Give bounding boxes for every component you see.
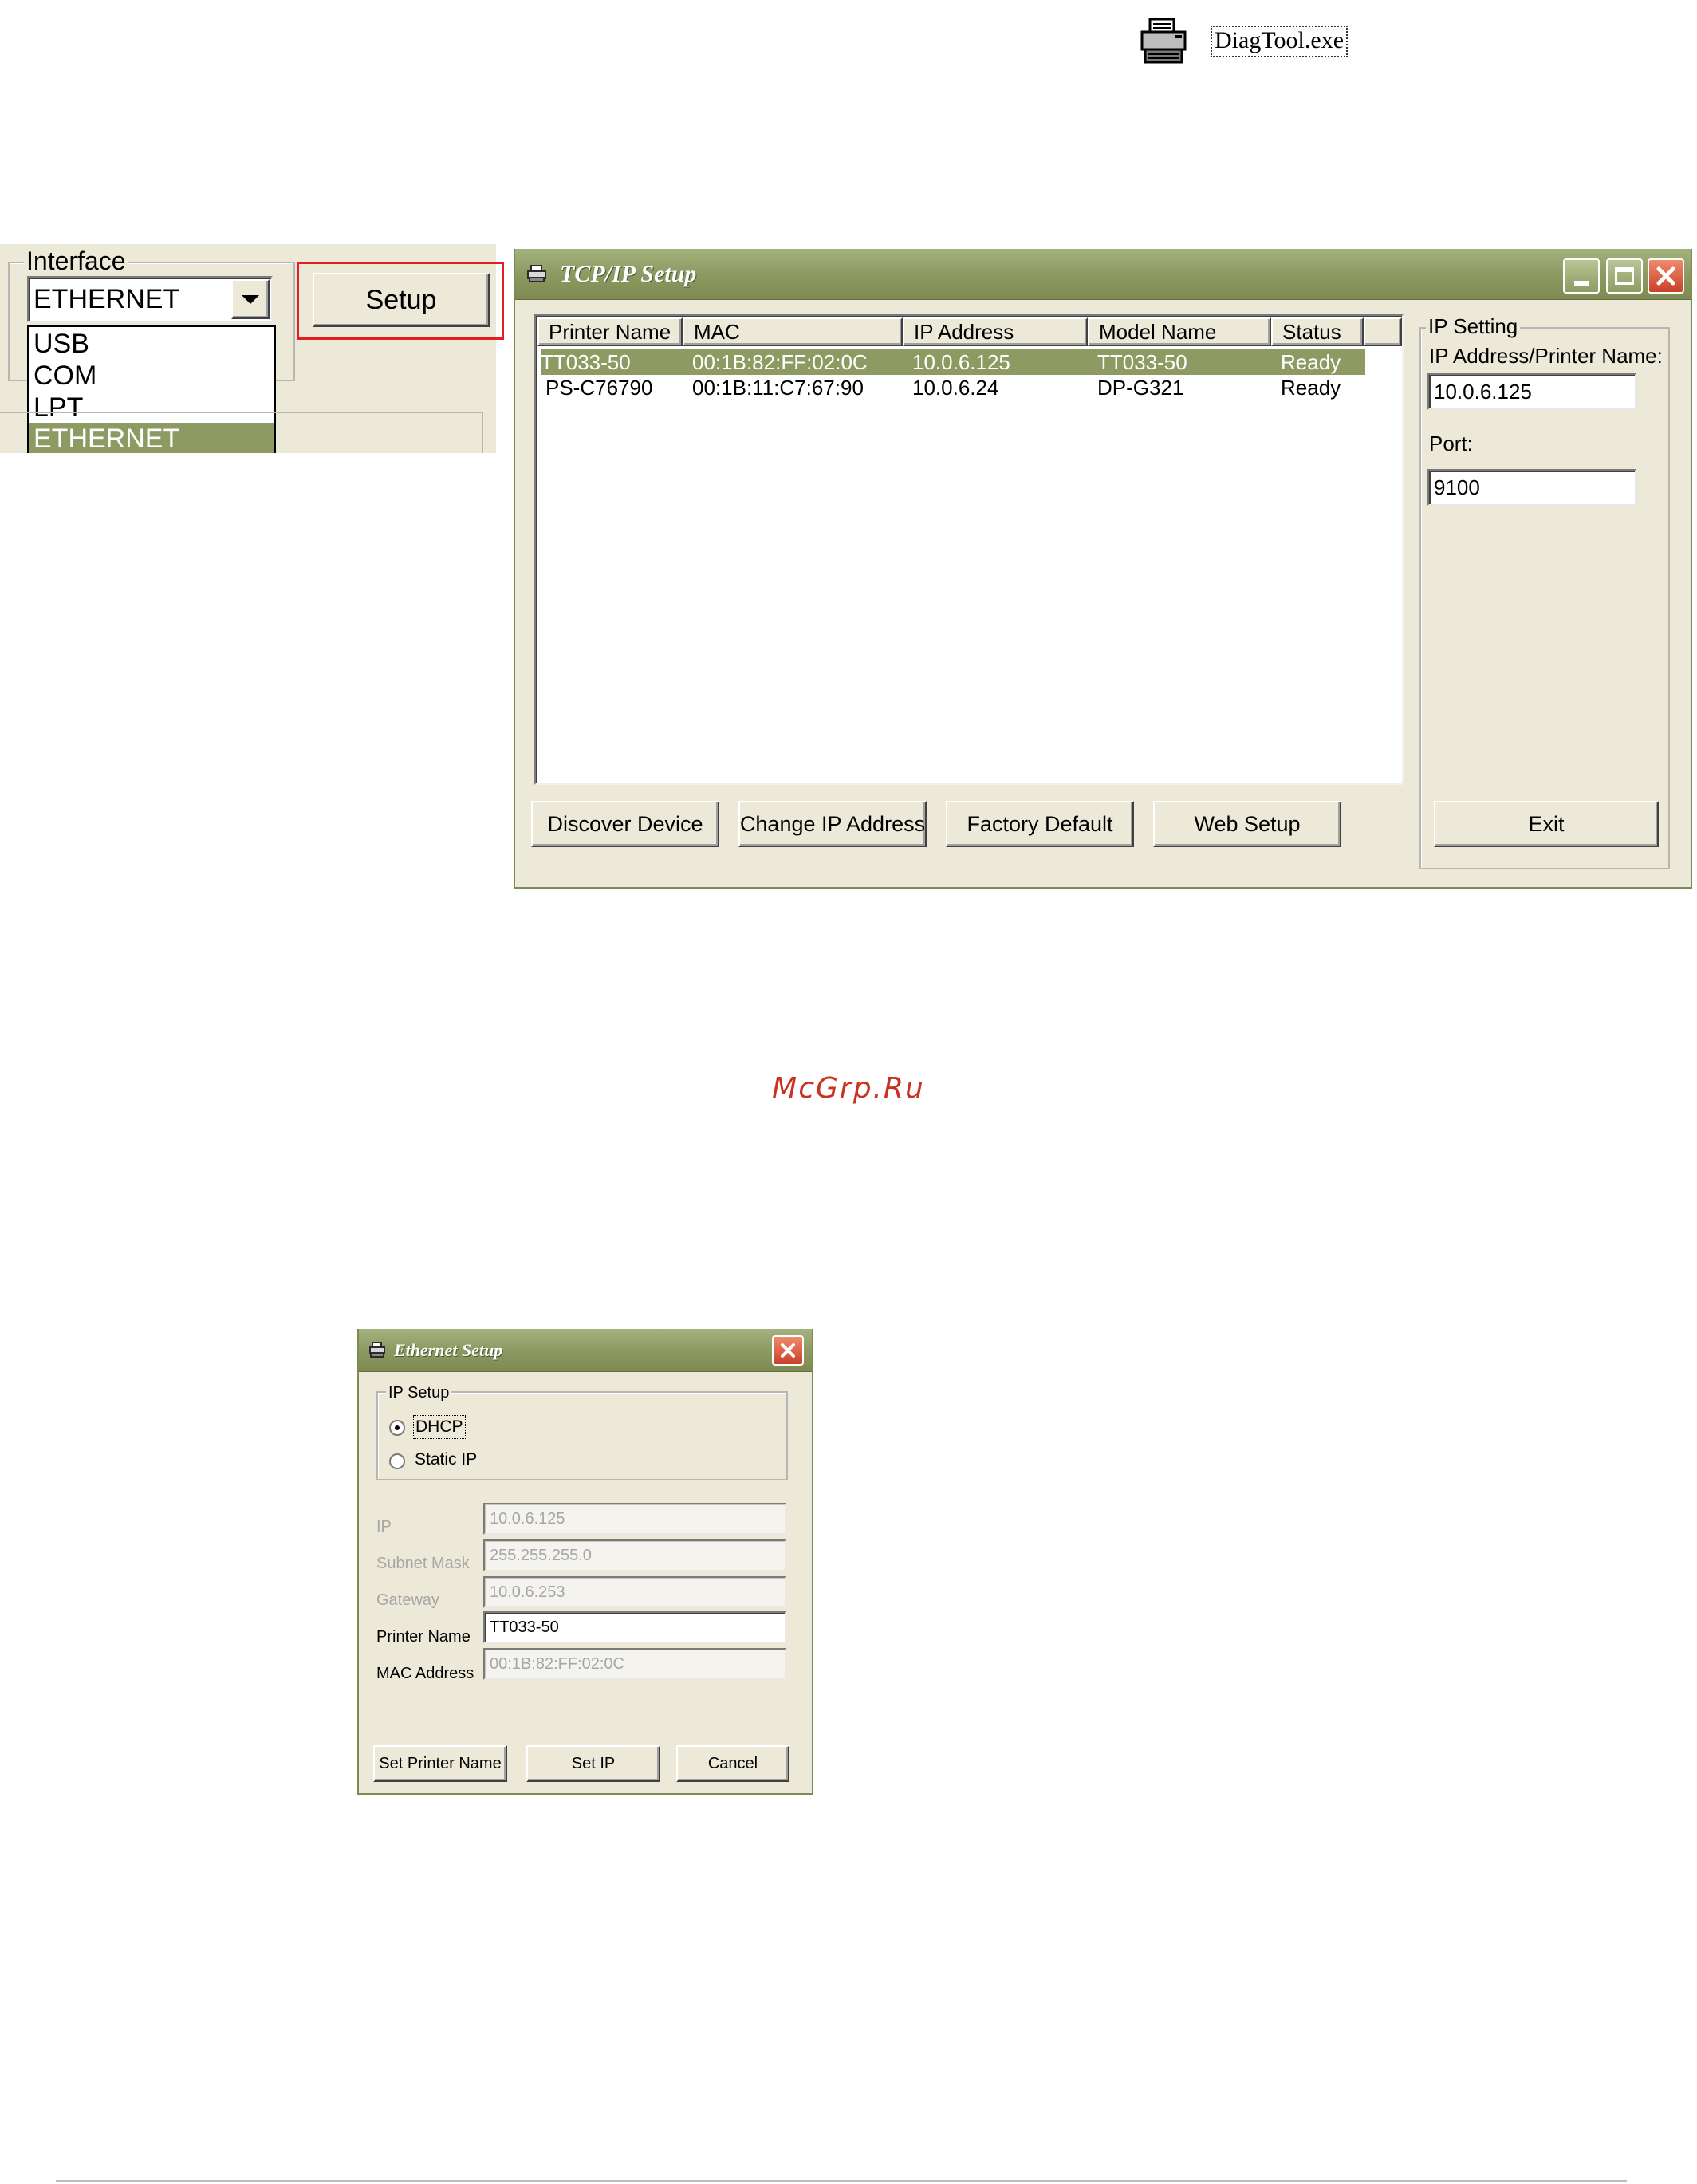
factory-default-button[interactable]: Factory Default [946,801,1134,847]
column-printer-name-label: Printer Name [549,319,671,344]
printer-name-input[interactable]: TT033-50 [483,1611,786,1643]
printer-icon [368,1342,386,1358]
close-button[interactable] [1648,258,1684,294]
row-status: Ready [1281,350,1341,374]
column-ip-address-label: IP Address [914,319,1014,344]
tcpip-title: TCP/IP Setup [560,261,697,287]
mac-address-input[interactable]: 00:1B:82:FF:02:0C [483,1648,786,1680]
row-ip-address: 10.0.6.125 [912,350,1010,374]
column-mac-label: MAC [694,319,740,344]
column-printer-name[interactable]: Printer Name [537,317,683,346]
gateway-label: Gateway [376,1591,439,1609]
static-ip-radio[interactable]: Static IP [389,1449,549,1472]
column-model-name[interactable]: Model Name [1088,317,1271,346]
maximize-icon [1615,267,1634,285]
printer-name-label: Printer Name [376,1628,471,1646]
row-model-name: DP-G321 [1097,376,1184,400]
port-input[interactable]: 9100 [1427,469,1636,506]
gateway-input[interactable]: 10.0.6.253 [483,1576,786,1608]
column-mac[interactable]: MAC [683,317,903,346]
radio-unchecked-icon [389,1453,405,1469]
row-mac: 00:1B:82:FF:02:0C [692,350,868,374]
footer-divider [56,2180,1627,2182]
table-row[interactable]: PS-C76790 00:1B:11:C7:67:90 10.0.6.24 DP… [541,375,1365,400]
close-button[interactable] [772,1335,804,1366]
ip-label: IP [376,1518,392,1536]
tcpip-titlebar[interactable]: TCP/IP Setup [515,249,1691,300]
set-ip-button[interactable]: Set IP [526,1745,660,1782]
row-printer-name: PS-C76790 [545,376,653,400]
diagtool-filename: DiagTool.exe [1211,26,1349,57]
interface-selected: ETHERNET [33,283,180,314]
column-model-name-label: Model Name [1099,319,1217,344]
ethernet-setup-window: Ethernet Setup IP Setup DHCP Static IP I… [357,1329,813,1795]
set-printer-name-button[interactable]: Set Printer Name [373,1745,507,1782]
printer-list[interactable]: Printer Name MAC IP Address Model Name S… [534,314,1404,785]
ethernet-titlebar[interactable]: Ethernet Setup [359,1329,812,1372]
radio-checked-icon [389,1420,405,1436]
diagtool-shortcut[interactable]: DiagTool.exe [1139,18,1378,69]
port-label: Port: [1429,432,1473,455]
interface-dropdown-button[interactable] [231,279,270,319]
ip-address-input[interactable]: 10.0.6.125 [1427,373,1636,410]
subnet-mask-input[interactable]: 255.255.255.0 [483,1539,786,1571]
interface-option-usb[interactable]: USB [33,329,89,359]
column-spacer [1364,317,1402,346]
maximize-button[interactable] [1606,258,1643,294]
discover-device-button[interactable]: Discover Device [531,801,719,847]
printer-icon [526,265,547,282]
chevron-down-icon [242,294,259,304]
row-printer-name: TT033-50 [541,350,631,374]
interface-option-com[interactable]: COM [33,361,96,391]
ip-setting-label: IP Setting [1426,314,1521,338]
setup-highlight-box [297,262,504,340]
ip-input[interactable]: 10.0.6.125 [483,1503,786,1535]
minimize-button[interactable] [1563,258,1600,294]
close-icon [781,1343,795,1358]
panel-lower-groupbox [0,412,483,453]
printer-icon [1139,18,1190,65]
column-ip-address[interactable]: IP Address [903,317,1088,346]
row-model-name: TT033-50 [1097,350,1187,374]
minimize-icon [1574,281,1589,286]
column-status[interactable]: Status [1271,317,1364,346]
subnet-mask-label: Subnet Mask [376,1555,470,1572]
dhcp-label: DHCP [413,1415,466,1439]
ip-address-label: IP Address/Printer Name: [1429,344,1663,368]
exit-button[interactable]: Exit [1434,801,1659,847]
column-status-label: Status [1282,319,1341,344]
row-mac: 00:1B:11:C7:67:90 [692,376,864,400]
dhcp-radio[interactable]: DHCP [389,1415,517,1439]
change-ip-address-button[interactable]: Change IP Address [738,801,927,847]
static-ip-label: Static IP [415,1450,478,1468]
tcpip-setup-window: TCP/IP Setup Printer Name MAC IP Address… [514,249,1692,889]
interface-label: Interface [24,247,128,274]
row-status: Ready [1281,376,1341,400]
row-ip-address: 10.0.6.24 [912,376,999,400]
list-header: Printer Name MAC IP Address Model Name S… [537,317,1402,346]
ip-setup-label: IP Setup [386,1383,452,1402]
close-icon [1656,266,1675,286]
mac-address-label: MAC Address [376,1665,474,1682]
watermark-text: McGrp.Ru [772,1072,925,1105]
web-setup-button[interactable]: Web Setup [1153,801,1341,847]
ethernet-title: Ethernet Setup [394,1340,503,1360]
cancel-button[interactable]: Cancel [676,1745,789,1782]
table-row[interactable]: TT033-50 00:1B:82:FF:02:0C 10.0.6.125 TT… [541,349,1365,375]
